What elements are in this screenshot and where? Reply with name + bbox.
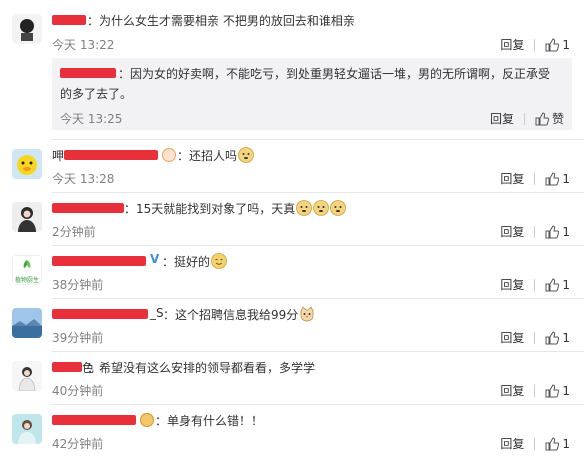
like-button[interactable]: 1 [545, 172, 570, 186]
comment-text: 单身有什么错！！ [167, 414, 264, 428]
redacted-username[interactable] [52, 415, 136, 425]
user-avatar[interactable] [12, 308, 42, 338]
like-label: 赞 [551, 112, 564, 126]
user-avatar[interactable] [12, 149, 42, 179]
thumbs-up-icon [545, 37, 560, 51]
doge-emoji-icon [296, 200, 313, 216]
reply-actions: 回复 赞 [490, 110, 564, 127]
avatar-caption: 植物厨生 [14, 277, 39, 284]
like-count: 1 [562, 171, 570, 186]
reply-button[interactable]: 回复 [500, 36, 524, 53]
comment-item: 色 ： 希望没有这么安排的领导都看看，多学学 40分钟前 回复 1 [0, 352, 584, 404]
reply-button[interactable]: 回复 [500, 382, 524, 399]
comment-time: 今天 13:22 [52, 38, 115, 52]
comment-time: 42分钟前 [52, 437, 104, 451]
like-button[interactable]: 赞 [535, 110, 564, 127]
comment-item: _S ： 这个招聘信息我给99分 39分钟前 回复 1 [0, 299, 584, 351]
like-button[interactable]: 1 [545, 384, 570, 398]
reply-button[interactable]: 回复 [500, 276, 524, 293]
comment-list: ： 为什么女生才需要相亲 不把男的放回去和谁相亲 今天 13:22 回复 1 ：… [0, 0, 584, 460]
comment-text: 这个招聘信息我给99分 [175, 308, 299, 322]
comment-item: ： 单身有什么错！！ 42分钟前 回复 1 [0, 405, 584, 460]
doge-emoji-icon [330, 200, 347, 216]
like-count: 1 [562, 330, 570, 345]
username-suffix: _S [150, 306, 164, 320]
username-prefix: 呷 [52, 149, 65, 163]
comment-actions: 回复 1 [500, 382, 570, 399]
comment-text: 为什么女生才需要相亲 不把男的放回去和谁相亲 [99, 14, 355, 28]
like-count: 1 [562, 224, 570, 239]
like-button[interactable]: 1 [545, 278, 570, 292]
reply-time: 今天 13:25 [60, 112, 123, 126]
comment-actions: 回复 1 [500, 170, 570, 187]
redacted-username[interactable] [60, 68, 116, 78]
user-avatar[interactable] [12, 202, 42, 232]
comment-item: 植物厨生 V ： 挺好的 38分钟前 回复 1 [0, 246, 584, 298]
comment-actions: 回复 1 [500, 329, 570, 346]
reply-button[interactable]: 回复 [500, 223, 524, 240]
comment-time: 38分钟前 [52, 278, 104, 292]
user-avatar[interactable]: 植物厨生 [12, 255, 42, 285]
comment-text: 挺好的 [174, 255, 211, 269]
redacted-username[interactable] [52, 203, 124, 213]
thumbs-up-icon [545, 224, 560, 238]
cat-emoji-icon [299, 306, 315, 322]
like-button[interactable]: 1 [545, 225, 570, 239]
comment-time: 2分钟前 [52, 225, 96, 239]
comment-item: ： 为什么女生才需要相亲 不把男的放回去和谁相亲 今天 13:22 回复 1 ：… [0, 0, 584, 140]
user-avatar[interactable] [12, 361, 42, 391]
reply-button[interactable]: 回复 [500, 435, 524, 452]
redacted-username[interactable] [52, 15, 86, 25]
badge-icon [140, 413, 154, 427]
thumbs-up-icon [545, 171, 560, 185]
comment-text: 15天就能找到对象了吗，天真 [136, 202, 296, 216]
comment-actions: 回复 1 [500, 435, 570, 452]
comment-item: ： 15天就能找到对象了吗，天真 2分钟前 回复 1 [0, 193, 584, 245]
redacted-username[interactable] [52, 309, 148, 319]
like-count: 1 [562, 383, 570, 398]
user-avatar[interactable] [12, 14, 42, 44]
thumbs-up-icon [545, 383, 560, 397]
comment-item: 呷 ： 还招人吗 今天 13:28 回复 1 [0, 140, 584, 192]
like-count: 1 [562, 277, 570, 292]
reply-text-line2: 的多了去了。 [60, 87, 133, 101]
reply-button[interactable]: 回复 [490, 110, 514, 127]
thumbs-up-icon [545, 436, 560, 450]
comment-actions: 回复 1 [500, 36, 570, 53]
badge-icon [162, 148, 176, 162]
comment-text: 还招人吗 [189, 149, 238, 163]
like-count: 1 [562, 436, 570, 451]
like-button[interactable]: 1 [545, 437, 570, 451]
redacted-username[interactable] [52, 256, 146, 266]
v-verified-icon: V [150, 252, 160, 266]
user-avatar[interactable] [12, 414, 42, 444]
comment-time: 40分钟前 [52, 384, 104, 398]
reply-button[interactable]: 回复 [500, 329, 524, 346]
smile-emoji-icon [211, 253, 227, 269]
like-button[interactable]: 1 [545, 331, 570, 345]
doge-emoji-icon [313, 200, 330, 216]
thumbs-up-icon [535, 111, 549, 125]
like-count: 1 [562, 37, 570, 52]
redacted-username[interactable] [64, 150, 158, 160]
reply-thread: ： 因为女的好卖啊，不能吃亏，到处重男轻女遛话一堆，男的无所谓啊，反正承受 的多… [52, 58, 572, 130]
comment-actions: 回复 1 [500, 223, 570, 240]
comment-actions: 回复 1 [500, 276, 570, 293]
thumbs-up-icon [545, 330, 560, 344]
thumbs-up-icon [545, 277, 560, 291]
comment-time: 39分钟前 [52, 331, 104, 345]
comment-text: 希望没有这么安排的领导都看看，多学学 [99, 361, 316, 375]
comment-time: 今天 13:28 [52, 172, 115, 186]
like-button[interactable]: 1 [545, 38, 570, 52]
redacted-username[interactable] [52, 362, 82, 372]
reply-button[interactable]: 回复 [500, 170, 524, 187]
reply-text-line1: 因为女的好卖啊，不能吃亏，到处重男轻女遛话一堆，男的无所谓啊，反正承受 [130, 67, 551, 81]
doge-emoji-icon [238, 147, 254, 163]
